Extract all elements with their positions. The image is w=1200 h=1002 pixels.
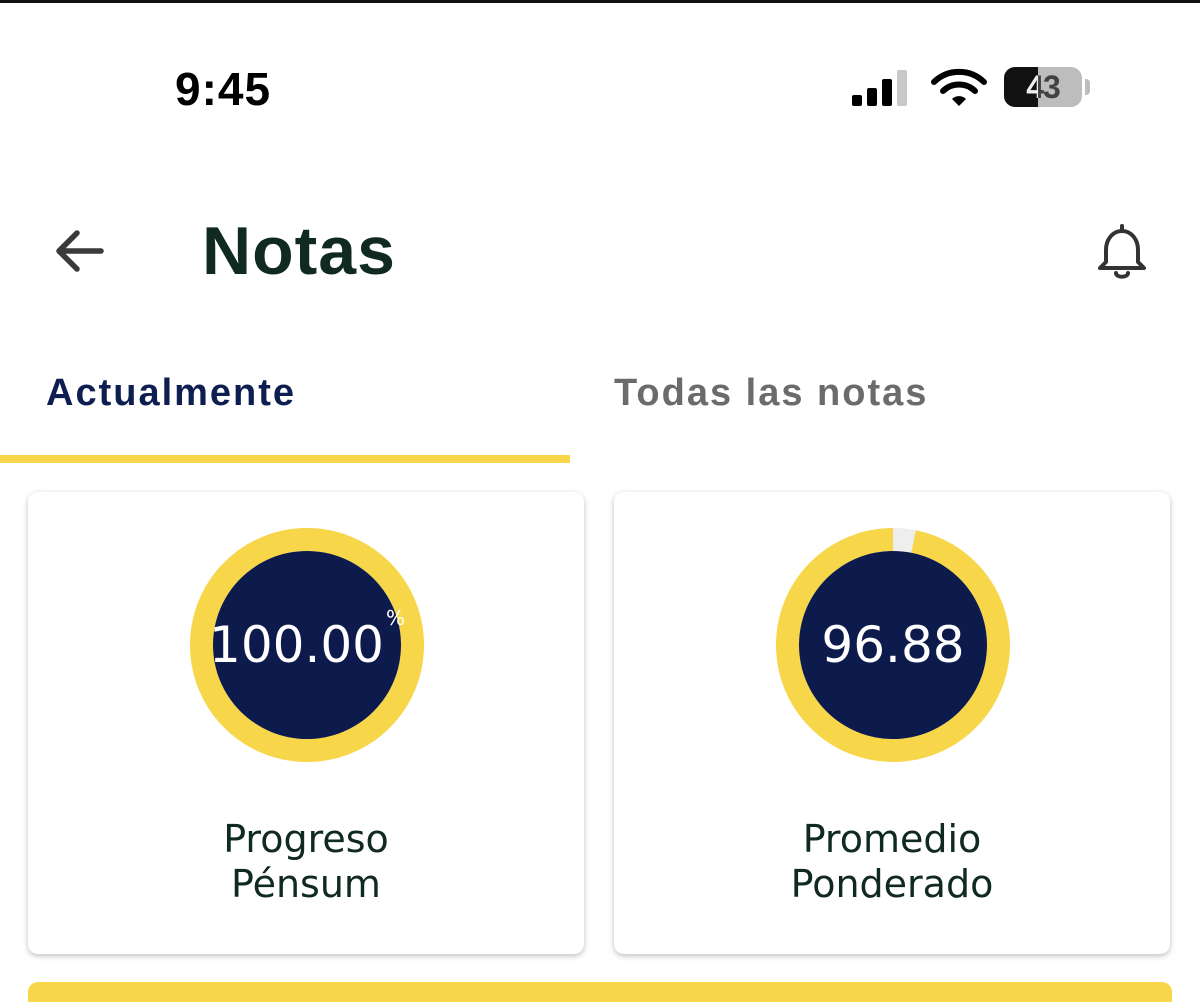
progress-label-line2: Pénsum (231, 862, 381, 906)
progress-card[interactable]: 100.00% Progreso Pénsum (28, 492, 584, 954)
battery-nub (1085, 79, 1090, 95)
average-value-wrap: 96.88 (776, 528, 1010, 762)
progress-value: 100.00 (209, 616, 384, 674)
tab-actualmente[interactable]: Actualmente (46, 372, 296, 432)
battery-icon: 43 (1004, 67, 1082, 107)
status-time: 9:45 (175, 63, 272, 115)
average-label-line1: Promedio (802, 817, 982, 861)
wifi-icon (931, 68, 987, 106)
arrow-left-icon (56, 230, 104, 272)
progress-unit: % (385, 606, 405, 630)
progress-value-wrap: 100.00% (190, 528, 424, 762)
back-button[interactable] (40, 215, 118, 287)
top-border (0, 0, 1200, 3)
bell-icon (1098, 224, 1146, 279)
progress-label: Progreso Pénsum (28, 817, 584, 907)
average-label: Promedio Ponderado (614, 817, 1170, 907)
progress-label-line1: Progreso (223, 817, 389, 861)
active-tab-indicator (0, 455, 570, 463)
progress-ring: 100.00% (190, 528, 424, 762)
notifications-button[interactable] (1082, 212, 1162, 292)
average-value: 96.88 (821, 616, 965, 674)
cellular-signal-icon (852, 70, 907, 106)
next-card-edge (28, 982, 1172, 1002)
page-title: Notas (202, 213, 396, 289)
average-card[interactable]: 96.88 Promedio Ponderado (614, 492, 1170, 954)
average-label-line2: Ponderado (790, 862, 994, 906)
tab-todas-las-notas[interactable]: Todas las notas (614, 372, 928, 432)
battery-level: 43 (1026, 68, 1061, 105)
average-ring: 96.88 (776, 528, 1010, 762)
